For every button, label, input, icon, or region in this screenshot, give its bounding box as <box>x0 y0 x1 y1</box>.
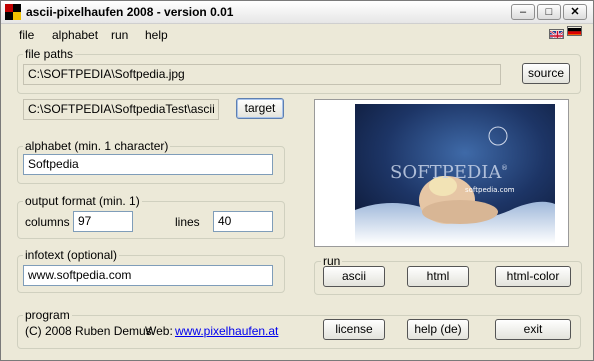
source-path-field[interactable]: C:\SOFTPEDIA\Softpedia.jpg <box>23 64 501 85</box>
menu-alphabet[interactable]: alphabet <box>52 28 98 42</box>
target-path-field[interactable]: C:\SOFTPEDIA\SoftpediaTest\ascii <box>23 99 219 120</box>
columns-input[interactable]: 97 <box>73 211 133 232</box>
target-button[interactable]: target <box>236 98 284 119</box>
alphabet-legend: alphabet (min. 1 character) <box>23 139 171 153</box>
run-html-color-button[interactable]: html-color <box>495 266 571 287</box>
german-flag-icon[interactable] <box>567 26 582 36</box>
file-paths-legend: file paths <box>23 47 76 61</box>
license-button[interactable]: license <box>323 319 385 340</box>
menu-file[interactable]: file <box>19 28 34 42</box>
app-icon <box>5 4 21 20</box>
minimize-button[interactable]: ‒ <box>511 4 535 20</box>
maximize-button[interactable]: □ <box>537 4 561 20</box>
menu-help[interactable]: help <box>145 28 168 42</box>
close-button[interactable]: ✕ <box>563 4 587 20</box>
columns-label: columns <box>25 215 70 229</box>
preview-image: SOFTPEDIA ® softpedia.com <box>315 100 568 246</box>
source-button[interactable]: source <box>522 63 570 84</box>
preview-trademark: ® <box>501 164 508 172</box>
window-title: ascii-pixelhaufen 2008 - version 0.01 <box>26 5 234 19</box>
run-ascii-button[interactable]: ascii <box>323 266 385 287</box>
exit-button[interactable]: exit <box>495 319 571 340</box>
output-format-legend: output format (min. 1) <box>23 194 142 208</box>
copyright-text: (C) 2008 Ruben Demus <box>25 324 152 338</box>
program-legend: program <box>23 308 72 322</box>
infotext-legend: infotext (optional) <box>23 248 120 262</box>
alphabet-input[interactable]: Softpedia <box>23 154 273 175</box>
infotext-input[interactable]: www.softpedia.com <box>23 265 273 286</box>
run-html-button[interactable]: html <box>407 266 469 287</box>
menu-bar: file alphabet run help <box>1 24 593 44</box>
lines-input[interactable]: 40 <box>213 211 273 232</box>
website-link[interactable]: www.pixelhaufen.at <box>175 324 278 338</box>
app-window: ascii-pixelhaufen 2008 - version 0.01 ‒ … <box>0 0 594 361</box>
image-preview: SOFTPEDIA ® softpedia.com <box>314 99 569 247</box>
web-label: Web: <box>145 324 173 338</box>
english-flag-icon[interactable] <box>549 29 564 39</box>
title-bar[interactable]: ascii-pixelhaufen 2008 - version 0.01 ‒ … <box>1 1 593 24</box>
menu-run[interactable]: run <box>111 28 128 42</box>
lines-label: lines <box>175 215 200 229</box>
preview-watermark: SOFTPEDIA <box>390 162 502 183</box>
preview-tagline: softpedia.com <box>465 186 515 194</box>
help-de-button[interactable]: help (de) <box>407 319 469 340</box>
